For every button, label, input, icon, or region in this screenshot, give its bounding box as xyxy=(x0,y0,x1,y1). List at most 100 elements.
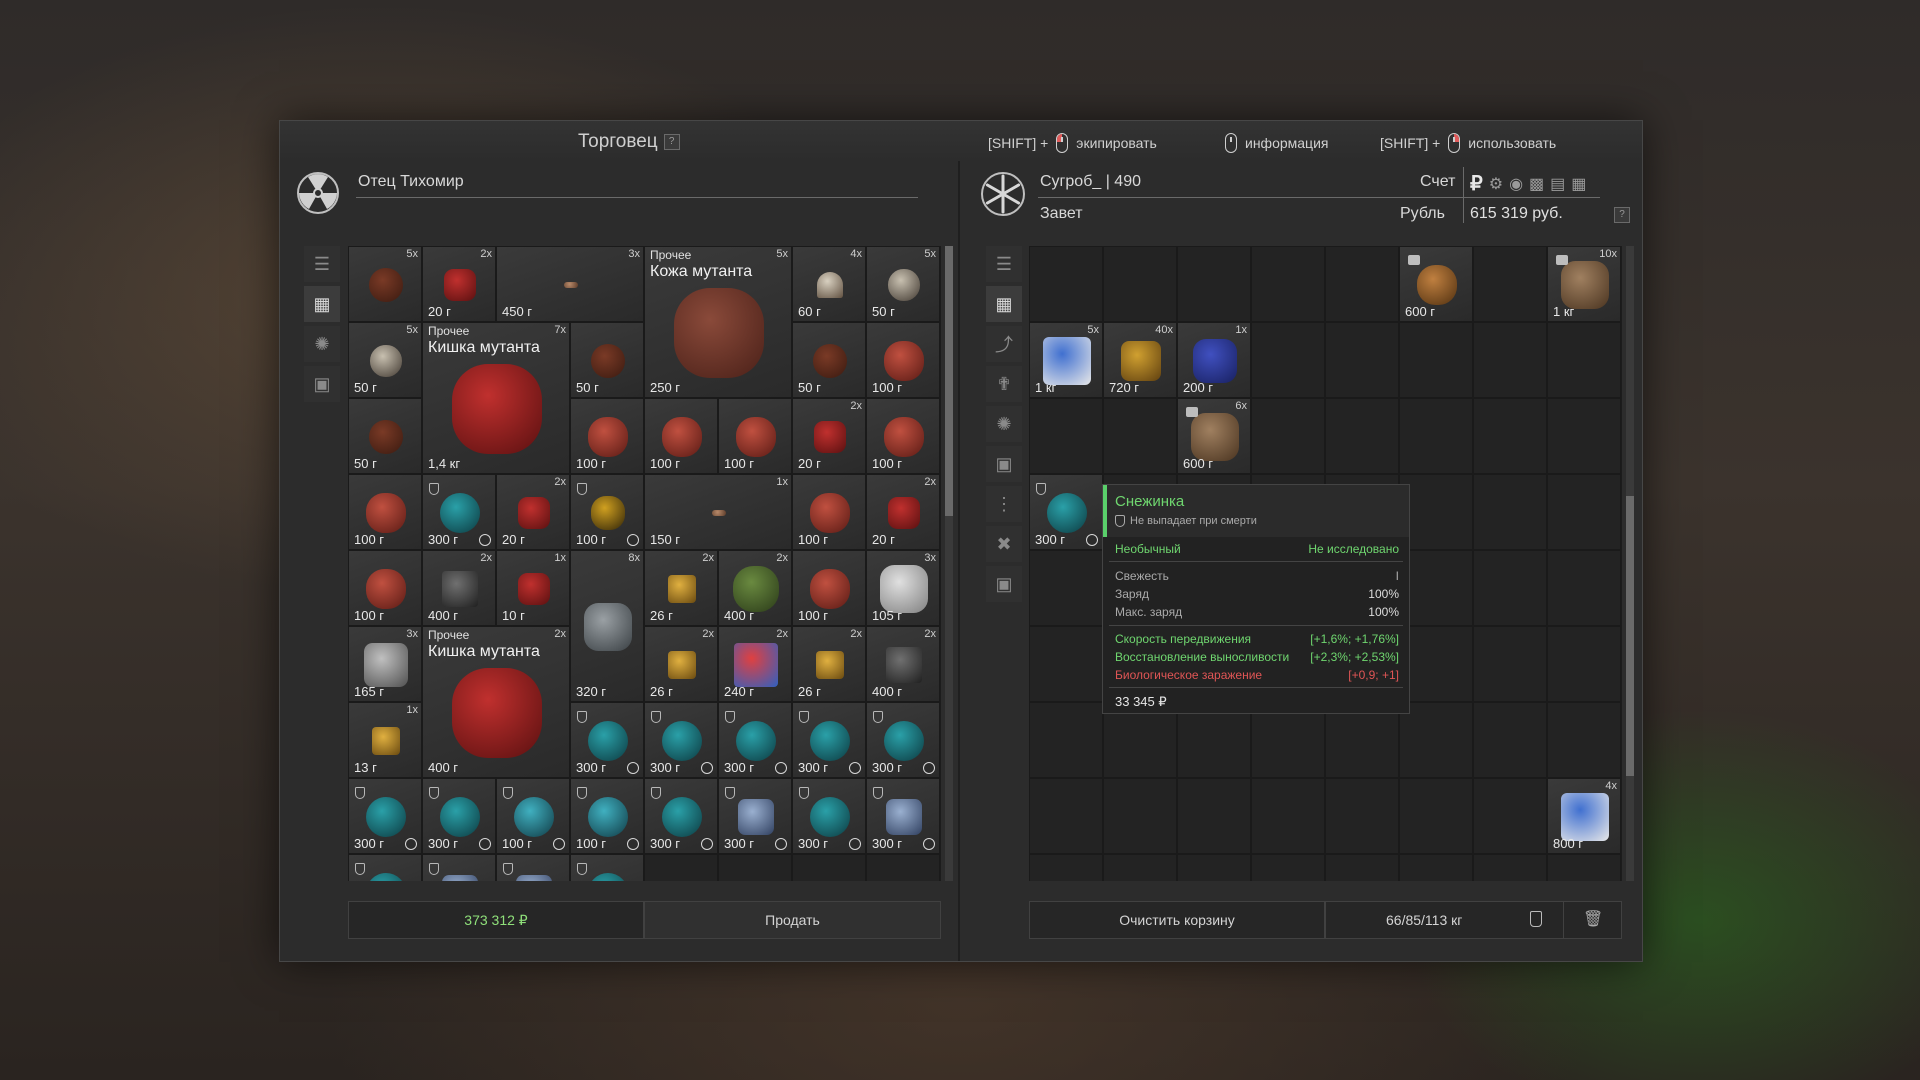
empty-slot[interactable] xyxy=(1251,778,1325,854)
inventory-item[interactable]: 2x 240 г xyxy=(718,626,792,702)
empty-slot[interactable] xyxy=(1473,854,1547,881)
empty-slot[interactable] xyxy=(1547,626,1621,702)
inventory-item[interactable]: 50 г xyxy=(570,322,644,398)
tools-filter-tab[interactable]: ✖ xyxy=(986,526,1022,562)
empty-slot[interactable] xyxy=(1103,778,1177,854)
gear-currency-icon[interactable]: ⚙ xyxy=(1489,174,1503,194)
grid-view-tab[interactable]: ▦ xyxy=(986,286,1022,322)
list-view-tab[interactable]: ☰ xyxy=(304,246,340,282)
empty-slot[interactable] xyxy=(1029,398,1103,474)
empty-slot[interactable] xyxy=(1029,626,1103,702)
inventory-item[interactable]: 6x 600 г xyxy=(1177,398,1251,474)
artifact-filter-tab[interactable]: ✺ xyxy=(304,326,340,362)
empty-slot[interactable] xyxy=(1029,246,1103,322)
inventory-item[interactable]: 100 г xyxy=(866,398,940,474)
inventory-item[interactable]: 10x 1 кг xyxy=(1547,246,1621,322)
empty-slot[interactable] xyxy=(1473,550,1547,626)
inventory-item[interactable]: 5x 50 г xyxy=(866,246,940,322)
inventory-item[interactable]: 300 г xyxy=(866,702,940,778)
inventory-item[interactable] xyxy=(348,854,422,881)
empty-slot[interactable] xyxy=(1399,322,1473,398)
empty-slot[interactable] xyxy=(718,854,792,881)
empty-slot[interactable] xyxy=(1177,778,1251,854)
empty-slot[interactable] xyxy=(1325,778,1399,854)
inventory-item[interactable]: 1x 10 г xyxy=(496,550,570,626)
inventory-item[interactable]: 100 г xyxy=(792,550,866,626)
inventory-item[interactable]: 8x 320 г xyxy=(570,550,644,702)
empty-slot[interactable] xyxy=(644,854,718,881)
empty-slot[interactable] xyxy=(1177,854,1251,881)
empty-slot[interactable] xyxy=(1547,550,1621,626)
inventory-item[interactable]: 2x 20 г xyxy=(422,246,496,322)
empty-slot[interactable] xyxy=(1473,626,1547,702)
empty-slot[interactable] xyxy=(1547,702,1621,778)
inventory-item[interactable]: 300 г xyxy=(1029,474,1103,550)
grid-view-tab[interactable]: ▦ xyxy=(304,286,340,322)
inventory-item[interactable]: 4x 800 г xyxy=(1547,778,1621,854)
player-scrollbar-thumb[interactable] xyxy=(1626,496,1634,776)
empty-slot[interactable] xyxy=(866,854,940,881)
inventory-item[interactable]: 5x 50 г xyxy=(348,322,422,398)
clear-cart-button[interactable]: Очистить корзину xyxy=(1029,901,1325,939)
empty-slot[interactable] xyxy=(1325,322,1399,398)
weapon-filter-tab[interactable]: ⤴ xyxy=(986,326,1022,362)
empty-slot[interactable] xyxy=(1399,702,1473,778)
empty-slot[interactable] xyxy=(1547,398,1621,474)
empty-slot[interactable] xyxy=(1251,246,1325,322)
empty-slot[interactable] xyxy=(1177,246,1251,322)
empty-slot[interactable] xyxy=(1029,702,1103,778)
sell-button[interactable]: Продать xyxy=(644,901,941,939)
inventory-item[interactable]: 5x xyxy=(348,246,422,322)
inventory-item[interactable]: 100 г xyxy=(348,550,422,626)
empty-slot[interactable] xyxy=(1473,246,1547,322)
inventory-item[interactable]: 5x 1 кг xyxy=(1029,322,1103,398)
inventory-item[interactable]: 3x 165 г xyxy=(348,626,422,702)
trader-scrollbar[interactable] xyxy=(945,246,953,881)
inventory-item[interactable]: 300 г xyxy=(348,778,422,854)
empty-slot[interactable] xyxy=(1399,474,1473,550)
inventory-item[interactable]: 2x 20 г xyxy=(792,398,866,474)
empty-slot[interactable] xyxy=(1251,322,1325,398)
empty-slot[interactable] xyxy=(1399,398,1473,474)
inventory-item[interactable]: 2x 20 г xyxy=(866,474,940,550)
empty-slot[interactable] xyxy=(1473,398,1547,474)
inventory-item[interactable]: 100 г xyxy=(496,778,570,854)
inventory-item[interactable]: 100 г xyxy=(718,398,792,474)
inventory-item[interactable]: 2x 20 г xyxy=(496,474,570,550)
empty-slot[interactable] xyxy=(1103,398,1177,474)
empty-slot[interactable] xyxy=(1399,778,1473,854)
inventory-item[interactable] xyxy=(496,854,570,881)
inventory-item[interactable]: 100 г xyxy=(570,398,644,474)
inventory-item[interactable]: 300 г xyxy=(718,778,792,854)
coin-currency-icon[interactable]: ◉ xyxy=(1509,174,1523,194)
inventory-item[interactable]: 1x 13 г xyxy=(348,702,422,778)
inventory-item[interactable]: 2x 400 г xyxy=(866,626,940,702)
empty-slot[interactable] xyxy=(792,854,866,881)
inventory-item[interactable]: 3x 105 г xyxy=(866,550,940,626)
inventory-item[interactable]: 50 г xyxy=(792,322,866,398)
misc-filter-tab[interactable]: ▣ xyxy=(986,566,1022,602)
inventory-item[interactable]: 100 г xyxy=(866,322,940,398)
inventory-item[interactable]: 2x 400 г xyxy=(422,550,496,626)
empty-slot[interactable] xyxy=(1399,626,1473,702)
inventory-item[interactable]: 300 г xyxy=(422,778,496,854)
inventory-item[interactable]: 300 г xyxy=(792,702,866,778)
inventory-item[interactable]: 100 г xyxy=(644,398,718,474)
empty-slot[interactable] xyxy=(1325,246,1399,322)
empty-slot[interactable] xyxy=(1473,778,1547,854)
inventory-item[interactable]: 50 г xyxy=(348,398,422,474)
empty-slot[interactable] xyxy=(1325,854,1399,881)
inventory-item[interactable] xyxy=(570,854,644,881)
empty-slot[interactable] xyxy=(1547,322,1621,398)
inventory-item[interactable]: 3x 450 г xyxy=(496,246,644,322)
inventory-item[interactable]: 100 г xyxy=(570,474,644,550)
ammo-filter-tab[interactable]: ⋮ xyxy=(986,486,1022,522)
inventory-item[interactable]: 2x 26 г xyxy=(644,626,718,702)
inventory-item[interactable]: 300 г xyxy=(422,474,496,550)
empty-slot[interactable] xyxy=(1325,398,1399,474)
player-scrollbar[interactable] xyxy=(1626,246,1634,881)
artifact-filter-tab[interactable]: ✺ xyxy=(986,406,1022,442)
inventory-item[interactable]: 7x 1,4 кг Прочее Кишка мутанта xyxy=(422,322,570,474)
inventory-item[interactable]: 300 г xyxy=(570,702,644,778)
trader-inventory-grid[interactable]: 5x 2x 20 г 3x 450 г 5x 250 г Прочее Кожа мутанта… xyxy=(348,246,941,881)
